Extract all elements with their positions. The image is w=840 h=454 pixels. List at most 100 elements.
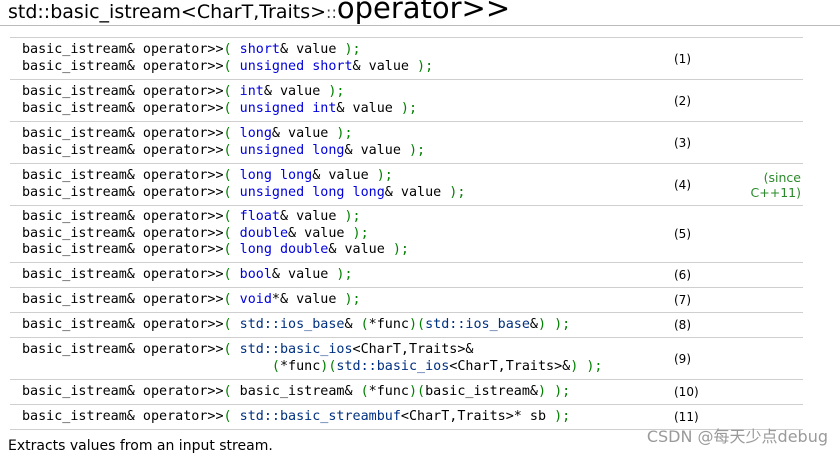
overload-number: (7) <box>674 293 691 307</box>
code-token: ); <box>449 184 466 200</box>
code-token: basic_istream& operator>> <box>22 84 224 99</box>
code-token: *func <box>368 316 409 332</box>
keyword-token: long <box>279 168 313 183</box>
code-token: ); <box>554 408 571 424</box>
code-token: basic_istream& <box>425 383 538 399</box>
code-token: & value <box>271 266 337 282</box>
declaration-row: basic_istream& operator>>( float& value … <box>10 206 803 263</box>
keyword-token: double <box>239 225 289 241</box>
declaration-row: basic_istream& operator>>( std::ios_base… <box>10 313 803 338</box>
declaration-row: basic_istream& operator>>( short& value … <box>10 37 803 80</box>
keyword-token: void <box>239 291 272 307</box>
type-link[interactable]: std::basic_streambuf <box>240 409 401 424</box>
keyword-token: short <box>239 42 280 57</box>
keyword-token: unsigned <box>239 142 305 158</box>
keyword-token: unsigned <box>239 100 305 116</box>
description-text: Extracts values from an input stream. <box>8 438 273 454</box>
type-link[interactable]: std::ios_base <box>240 317 345 332</box>
code-line: basic_istream& operator>>( void*& value … <box>22 292 662 309</box>
code-line: basic_istream& operator>>( short& value … <box>22 42 662 59</box>
code-line: basic_istream& operator>>( unsigned int&… <box>22 101 662 118</box>
declaration-row: basic_istream& operator>>( std::basic_io… <box>10 338 803 380</box>
code-token: basic_istream& operator>> <box>22 316 224 332</box>
code-line: basic_istream& operator>>( std::ios_base… <box>22 317 662 334</box>
code-token: ); <box>336 266 353 282</box>
keyword-token: long <box>239 126 272 141</box>
code-token: ); <box>408 142 426 158</box>
code-token: basic_istream& operator>> <box>22 266 224 282</box>
overload-number: (1) <box>674 51 691 66</box>
code-token: basic_istream& operator>> <box>22 100 224 116</box>
code-token: ( <box>223 383 240 399</box>
keyword-token: bool <box>239 266 272 282</box>
overload-number: (2) <box>674 93 691 108</box>
code-line: basic_istream& operator>>( long& value )… <box>22 126 662 143</box>
code-line: (*func)(std::basic_ios<CharT,Traits>&) )… <box>22 359 662 376</box>
code-token: ) ); <box>537 316 571 332</box>
code-token: ); <box>336 126 353 141</box>
keyword-token: long <box>312 142 345 158</box>
declaration-code: basic_istream& operator>>( std::ios_base… <box>10 313 662 338</box>
code-token: basic_istream& <box>239 383 361 399</box>
code-token: basic_istream& operator>> <box>22 126 224 141</box>
code-token: <CharT,Traits>* sb <box>400 408 555 424</box>
overload-number: (4) <box>674 177 691 192</box>
overload-number: (3) <box>674 135 691 150</box>
code-line: basic_istream& operator>>( unsigned long… <box>22 185 662 202</box>
declaration-row: basic_istream& operator>>( void*& value … <box>10 288 803 313</box>
declaration-code: basic_istream& operator>>( long& value )… <box>10 122 662 164</box>
code-token: ); <box>328 84 345 99</box>
code-token: basic_istream& operator>> <box>22 225 224 241</box>
declaration-code: basic_istream& operator>>( std::basic_io… <box>10 338 662 380</box>
code-token: *& value <box>271 291 345 307</box>
code-token: *func <box>279 358 321 374</box>
since-version <box>734 80 803 122</box>
keyword-token: long <box>312 184 345 200</box>
code-token: ); <box>400 100 418 116</box>
code-token: ( <box>223 42 240 57</box>
code-line: basic_istream& operator>>( int& value ); <box>22 84 662 101</box>
declaration-code: basic_istream& operator>>( long long& va… <box>10 164 662 206</box>
code-token: ( <box>223 58 240 74</box>
overload-number: (9) <box>674 351 691 366</box>
code-token: ); <box>352 225 369 241</box>
code-token: ( <box>223 316 240 332</box>
type-link[interactable]: std::ios_base <box>425 317 530 332</box>
type-link[interactable]: std::basic_ios <box>336 359 449 374</box>
code-line: basic_istream& operator>>( std::basic_st… <box>22 409 662 426</box>
code-line: basic_istream& operator>>( unsigned long… <box>22 143 662 160</box>
code-token: & value <box>384 184 450 200</box>
title-divider <box>0 25 840 26</box>
declaration-code: basic_istream& operator>>( int& value );… <box>10 80 662 122</box>
code-token: basic_istream& operator>> <box>22 383 224 399</box>
code-token: *func <box>368 383 409 399</box>
since-version <box>734 122 803 164</box>
since-version <box>734 338 803 380</box>
watermark: CSDN @每天少点debug <box>646 427 828 446</box>
code-token: basic_istream& operator>> <box>22 291 224 307</box>
code-token: ( <box>271 358 280 374</box>
code-token: & value <box>312 168 377 183</box>
code-line: basic_istream& operator>>( long double& … <box>22 242 662 259</box>
code-token: basic_istream& operator>> <box>22 242 224 258</box>
code-token: basic_istream& operator>> <box>22 168 224 183</box>
code-token: ( <box>223 126 240 141</box>
code-token: basic_istream& operator>> <box>22 184 224 200</box>
code-token: & value <box>271 126 337 141</box>
code-token: ( <box>223 225 240 241</box>
code-token: )( <box>408 383 426 399</box>
code-token: ( <box>223 291 240 307</box>
since-version <box>734 288 803 313</box>
overload-number: (8) <box>674 318 691 332</box>
code-token: )( <box>408 316 426 332</box>
code-token: ( <box>360 383 369 399</box>
code-token: ( <box>223 209 240 225</box>
code-token: ( <box>223 242 240 258</box>
code-token: basic_istream& operator>> <box>22 142 224 158</box>
code-line: basic_istream& operator>>( basic_istream… <box>22 384 662 401</box>
code-token: basic_istream& operator>> <box>22 58 224 74</box>
type-link[interactable]: std::basic_ios <box>240 342 353 357</box>
since-version <box>734 313 803 338</box>
code-line: basic_istream& operator>>( double& value… <box>22 226 662 243</box>
